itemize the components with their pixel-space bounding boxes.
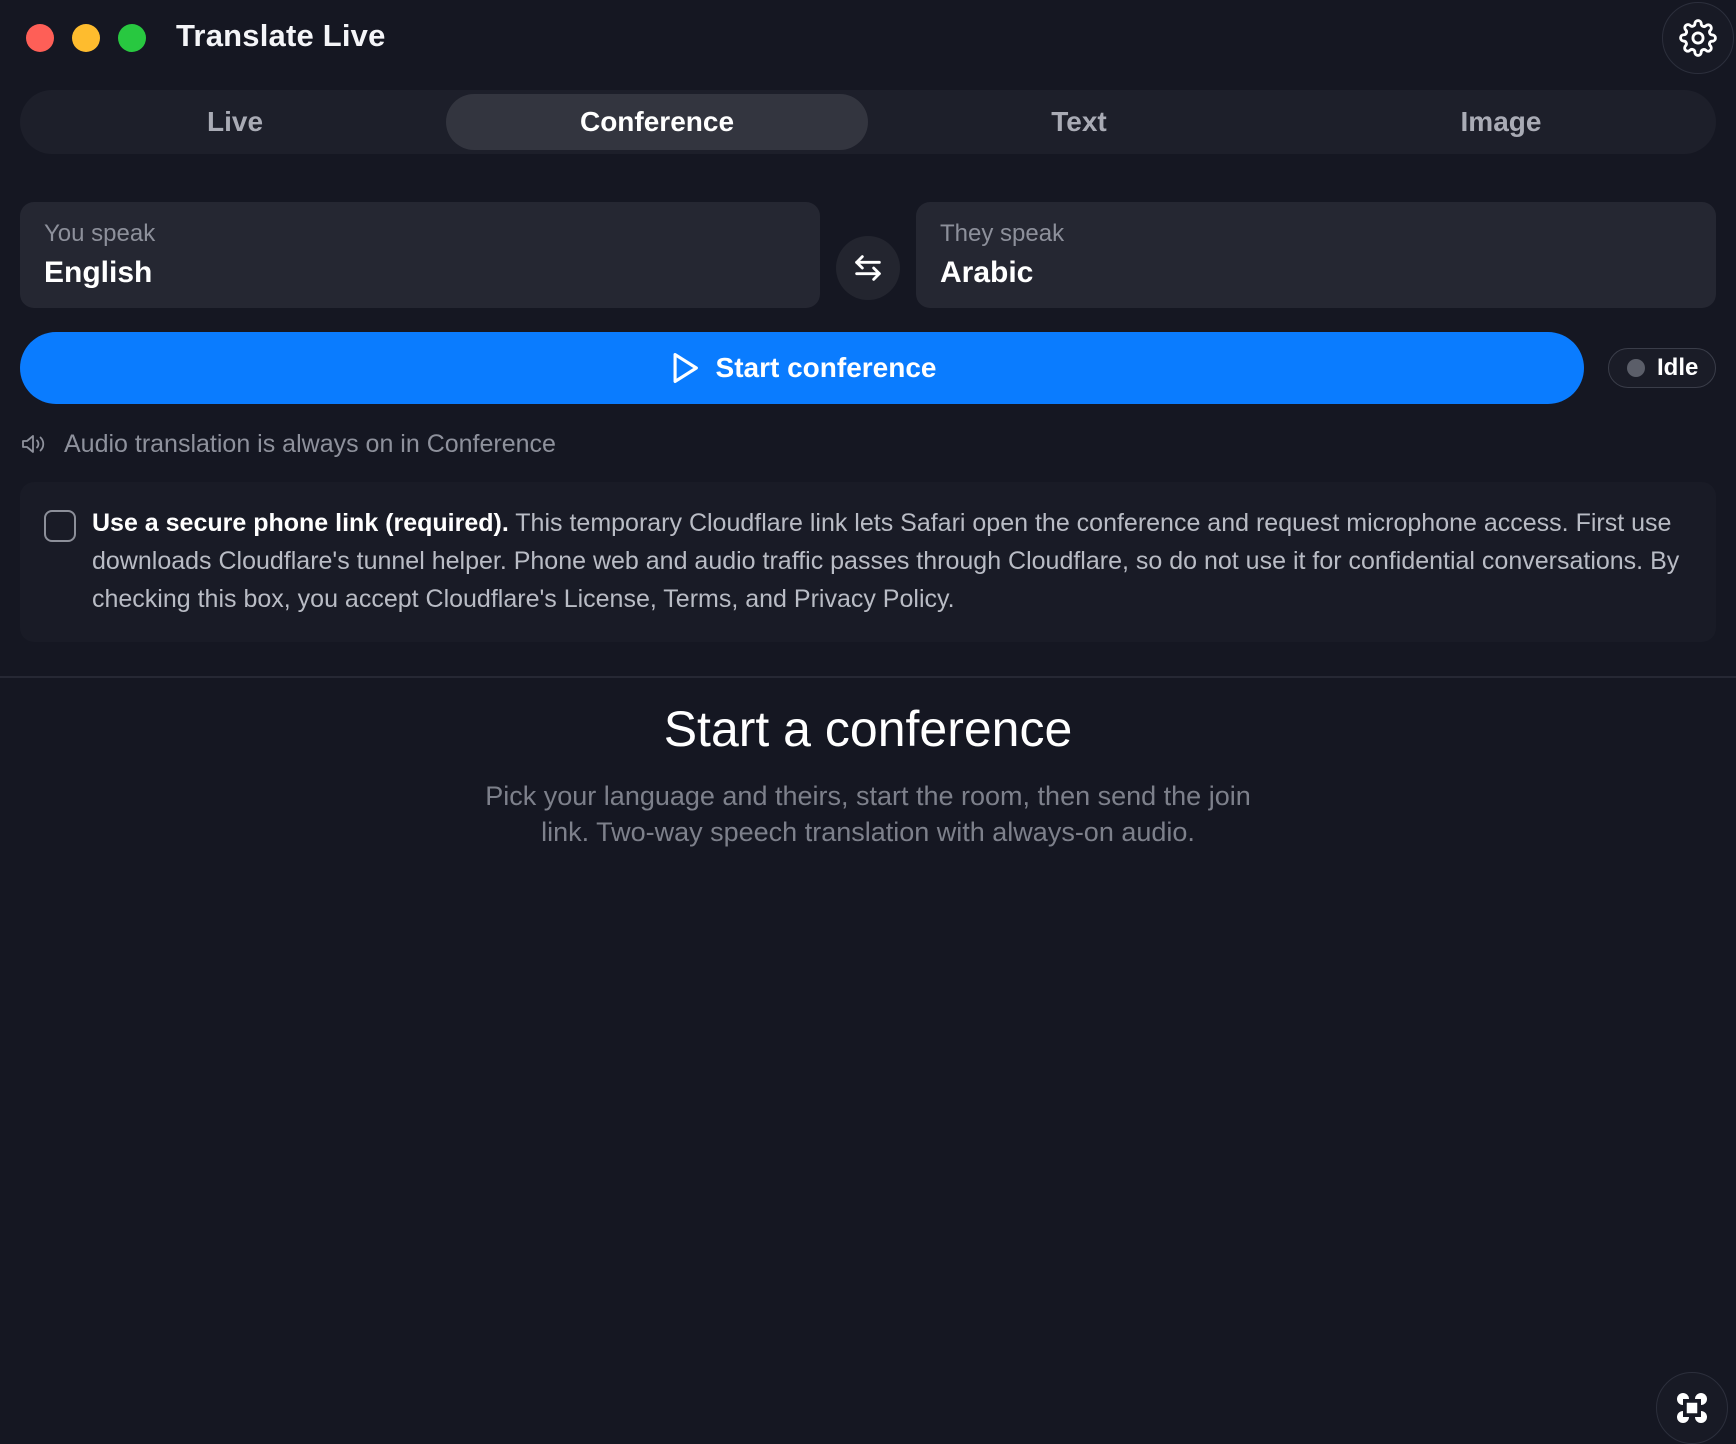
swap-arrows-icon	[855, 255, 881, 281]
tab-conference[interactable]: Conference	[446, 94, 868, 150]
target-language-selector[interactable]: They speak Arabic	[916, 202, 1716, 308]
play-icon	[673, 352, 698, 384]
consent-text: Use a secure phone link (required). This…	[92, 504, 1702, 618]
close-window-button[interactable]	[26, 24, 54, 52]
tab-text[interactable]: Text	[868, 94, 1290, 150]
source-language-value: English	[44, 256, 153, 289]
settings-button[interactable]	[1662, 2, 1734, 74]
source-language-caption: You speak	[44, 220, 156, 247]
target-language-value: Arabic	[940, 256, 1034, 289]
target-language-caption: They speak	[940, 220, 1065, 247]
mode-tabs: Live Conference Text Image	[20, 90, 1716, 154]
command-key-icon	[1677, 1393, 1707, 1423]
start-conference-label: Start conference	[715, 352, 937, 383]
audio-note-text: Audio translation is always on in Confer…	[64, 429, 556, 458]
empty-state-title: Start a conference	[663, 701, 1073, 757]
speaker-icon	[22, 435, 45, 453]
source-language-selector[interactable]: You speak English	[20, 202, 820, 308]
app-window: Translate Live Live Conference Text Imag…	[0, 0, 1736, 1444]
empty-state-description: Pick your language and theirs, start the…	[485, 781, 1251, 847]
swap-languages-button[interactable]	[836, 236, 900, 300]
app-title: Translate Live	[176, 18, 386, 53]
status-text: Idle	[1657, 354, 1699, 381]
status-indicator-dot	[1627, 359, 1645, 377]
gear-icon	[1679, 19, 1717, 57]
start-conference-button[interactable]: Start conference	[20, 332, 1584, 404]
title-bar: Translate Live	[0, 0, 1736, 76]
minimize-window-button[interactable]	[72, 24, 100, 52]
audio-note: Audio translation is always on in Confer…	[20, 426, 556, 462]
command-button[interactable]	[1656, 1372, 1728, 1444]
tab-live[interactable]: Live	[24, 94, 446, 150]
secure-link-consent-card: Use a secure phone link (required). This…	[20, 482, 1716, 642]
consent-title: Use a secure phone link (required).	[92, 509, 509, 537]
section-divider	[0, 676, 1736, 678]
status-badge: Idle	[1608, 348, 1716, 388]
tab-image[interactable]: Image	[1290, 94, 1712, 150]
secure-link-checkbox[interactable]	[44, 510, 76, 542]
zoom-window-button[interactable]	[118, 24, 146, 52]
